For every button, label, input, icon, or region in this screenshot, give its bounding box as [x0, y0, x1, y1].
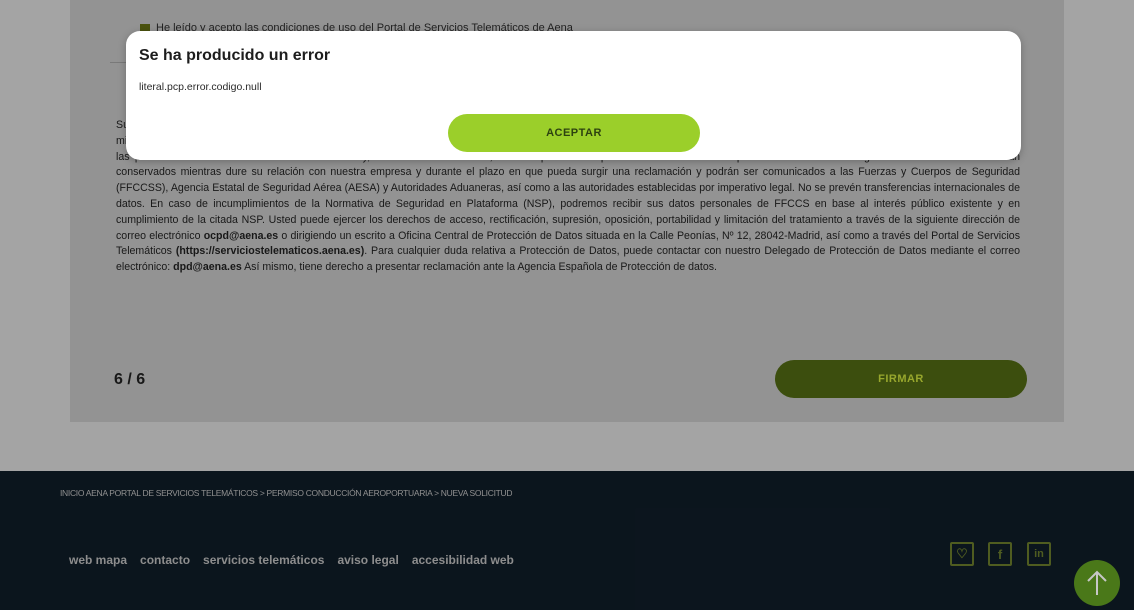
error-dialog: Se ha producido un error literal.pcp.err… — [126, 31, 1021, 160]
accept-button[interactable]: ACEPTAR — [448, 114, 700, 152]
dialog-message: literal.pcp.error.codigo.null — [139, 81, 262, 93]
dialog-title: Se ha producido un error — [139, 47, 331, 64]
